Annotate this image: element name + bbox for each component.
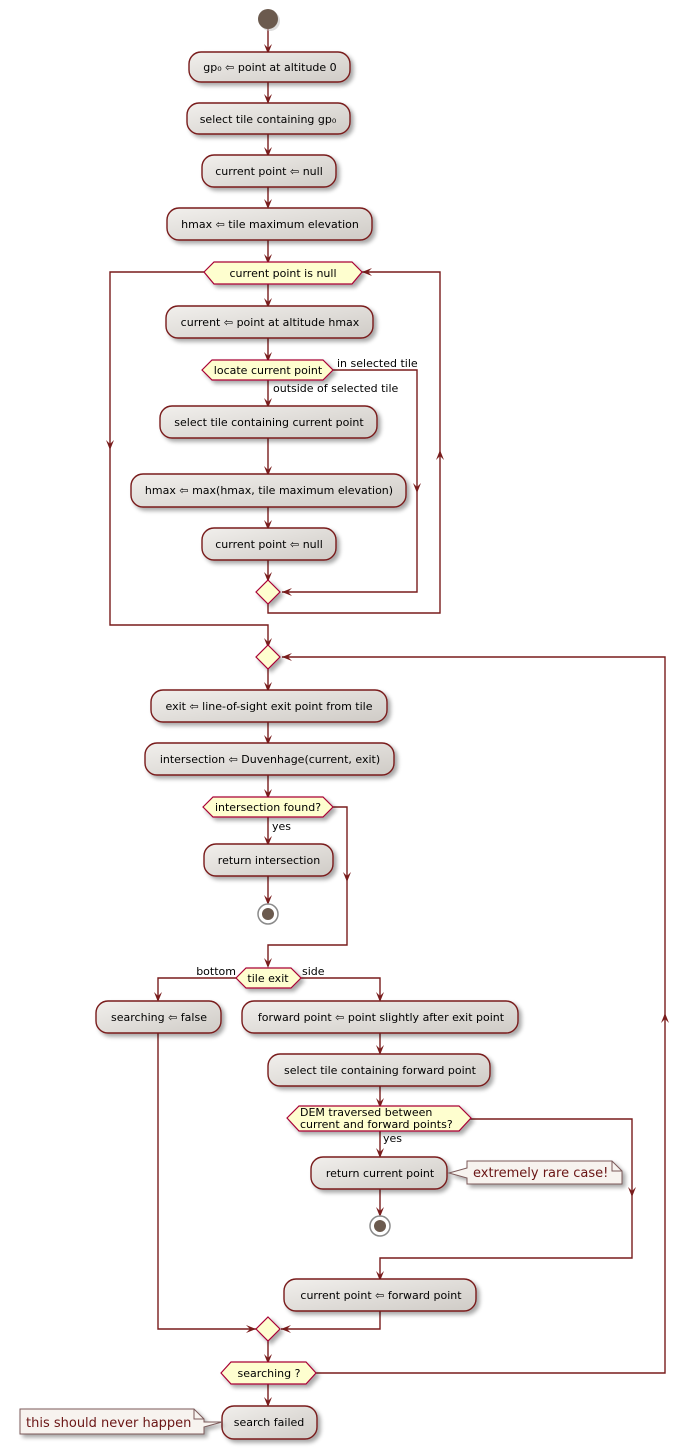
- merge-diamond-1: [255, 579, 281, 605]
- activity-label: exit ⇦ line-of-sight exit point from til…: [166, 700, 373, 713]
- edge-label-yes: yes: [272, 820, 291, 833]
- note-text: this should never happen: [26, 1416, 191, 1431]
- edge-label-side: side: [302, 965, 325, 978]
- arrowheads: [106, 44, 669, 1407]
- edge-label-yes: yes: [383, 1132, 402, 1145]
- activity-label: forward point ⇦ point slightly after exi…: [258, 1011, 505, 1024]
- activity-label: return current point: [326, 1167, 435, 1180]
- activity-diagram: gp₀ ⇦ point at altitude 0 select tile co…: [19, 9, 669, 1440]
- activity-label: select tile containing forward point: [284, 1064, 477, 1077]
- decision-label: tile exit: [247, 972, 289, 985]
- decision-label: searching ?: [238, 1367, 301, 1380]
- activity-label: search failed: [234, 1416, 305, 1429]
- merge-diamond-2: [255, 644, 281, 670]
- activity-label: current point ⇦ null: [215, 165, 323, 178]
- note-text: extremely rare case!: [473, 1166, 608, 1181]
- activity-label: searching ⇦ false: [111, 1011, 207, 1024]
- activity-label: select tile containing current point: [174, 416, 364, 429]
- decision-label: intersection found?: [215, 801, 321, 814]
- stop-node-2: [369, 1215, 391, 1237]
- activity-label: current point ⇦ null: [215, 538, 323, 551]
- activity-label: gp₀ ⇦ point at altitude 0: [203, 61, 336, 74]
- activity-label: select tile containing gp₀: [200, 113, 337, 126]
- edge-label-outside-selected-tile: outside of selected tile: [273, 382, 399, 395]
- decision-label: current point is null: [229, 267, 336, 280]
- decision-label: locate current point: [214, 364, 323, 377]
- edge-label-in-selected-tile: in selected tile: [337, 357, 418, 370]
- activity-label: return intersection: [218, 854, 320, 867]
- activity-label: intersection ⇦ Duvenhage(current, exit): [160, 753, 380, 766]
- decision-label-line2: current and forward points?: [300, 1118, 453, 1131]
- activity-label: hmax ⇦ tile maximum elevation: [181, 218, 359, 231]
- activity-label: hmax ⇦ max(hmax, tile maximum elevation): [145, 484, 393, 497]
- edge-label-bottom: bottom: [196, 965, 236, 978]
- activity-label: current ⇦ point at altitude hmax: [181, 316, 360, 329]
- stop-node-1: [257, 903, 279, 925]
- activity-label: current point ⇦ forward point: [300, 1289, 462, 1302]
- start-node: [258, 9, 278, 29]
- merge-diamond-3: [255, 1316, 281, 1342]
